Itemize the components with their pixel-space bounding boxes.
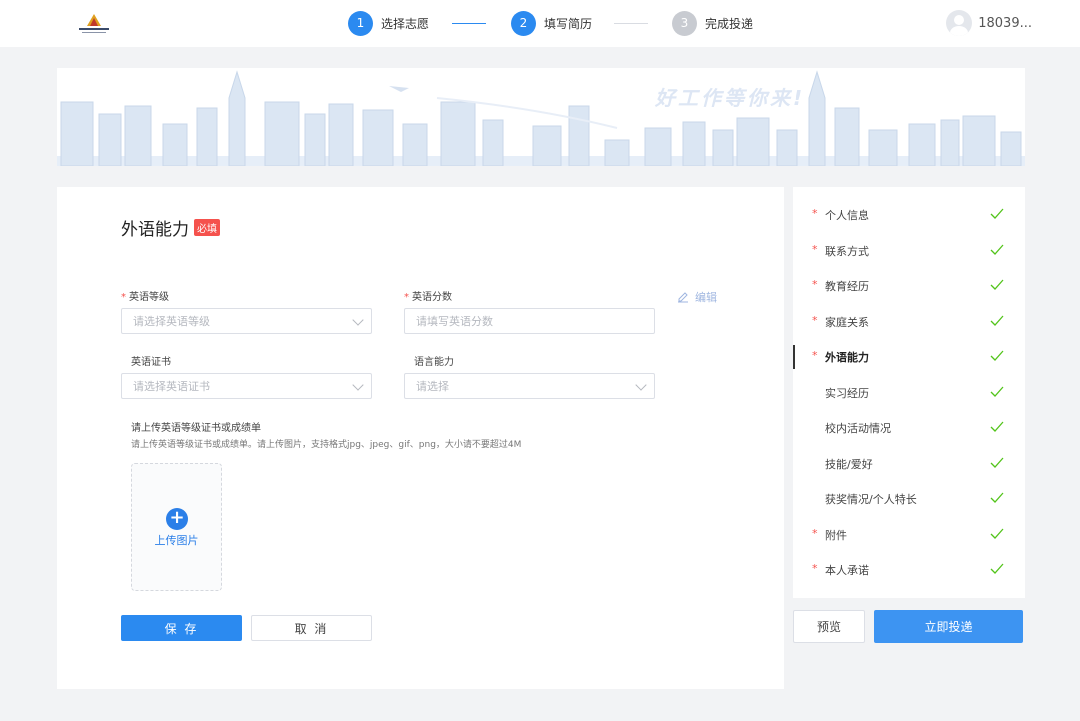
required-asterisk: * bbox=[812, 278, 818, 291]
chevron-down-icon bbox=[635, 379, 647, 391]
sidebar-item-label: 附件 bbox=[825, 528, 847, 542]
step-label: 选择志愿 bbox=[381, 16, 430, 31]
banner-slogan: 好工作等你来! bbox=[655, 86, 806, 110]
upload-hint: 请上传英语等级证书或成绩单。请上传图片，支持格式jpg、jpeg、gif、png… bbox=[131, 440, 522, 450]
city-skyline-illustration bbox=[57, 70, 1025, 166]
section-title: 外语能力 必填 bbox=[121, 215, 220, 240]
sidebar-item[interactable]: * 联系方式 bbox=[793, 233, 1025, 269]
sidebar-item-label: 实习经历 bbox=[825, 386, 869, 400]
step-3: 3 完成投递 bbox=[672, 10, 753, 36]
required-asterisk: * bbox=[812, 526, 818, 540]
sidebar-item[interactable]: * 个人信息 bbox=[793, 197, 1025, 233]
step-connector bbox=[614, 23, 648, 24]
sidebar-item[interactable]: 校内活动情况 bbox=[793, 410, 1025, 446]
check-icon bbox=[990, 244, 1004, 255]
step-number: 1 bbox=[348, 10, 373, 36]
required-asterisk: * bbox=[121, 292, 126, 303]
active-indicator bbox=[793, 345, 795, 369]
sidebar-item-label: 教育经历 bbox=[825, 280, 869, 293]
save-button[interactable]: 保 存 bbox=[121, 615, 242, 641]
banner: 好工作等你来! bbox=[57, 68, 1025, 166]
sidebar-item[interactable]: 获奖情况/个人特长 bbox=[793, 481, 1025, 517]
sidebar-item-label: 本人承诺 bbox=[825, 564, 869, 577]
sidebar-item-label: 外语能力 bbox=[825, 351, 869, 364]
sidebar-item[interactable]: 技能/爱好 bbox=[793, 446, 1025, 482]
resume-section-nav: * 个人信息 * 联系方式 * 教育经历 * 家庭关系 * 外语能力实习经历校内活动情况 技能/爱好… bbox=[793, 187, 1025, 598]
step-label: 完成投递 bbox=[705, 16, 754, 31]
preview-button[interactable]: 预览 bbox=[793, 610, 865, 643]
sidebar-item[interactable]: * 家庭关系 bbox=[793, 304, 1025, 340]
english-level-select[interactable]: 请选择英语等级 bbox=[121, 308, 372, 334]
user-name: 18039... bbox=[978, 15, 1032, 31]
top-header: 1 选择志愿 2 填写简历 3 完成投递 18039... bbox=[0, 0, 1080, 47]
check-icon bbox=[990, 563, 1004, 574]
check-icon bbox=[990, 528, 1004, 539]
sidebar-item-label: 联系方式 bbox=[825, 244, 869, 258]
sidebar-item-label: 获奖情况/个人特长 bbox=[825, 493, 917, 506]
required-asterisk: * bbox=[812, 313, 818, 327]
step-1: 1 选择志愿 bbox=[348, 10, 429, 36]
company-logo-icon bbox=[79, 14, 109, 33]
section-title-text: 外语能力 bbox=[121, 220, 189, 240]
sidebar-item-label: 技能/爱好 bbox=[825, 457, 873, 471]
required-asterisk: * bbox=[812, 207, 818, 220]
check-icon bbox=[990, 421, 1004, 432]
sidebar-item[interactable]: * 外语能力 bbox=[793, 339, 1025, 375]
required-asterisk: * bbox=[812, 349, 818, 362]
language-ability-select[interactable]: 请选择 bbox=[404, 373, 655, 399]
pencil-icon bbox=[678, 292, 688, 303]
english-score-label: * 英语分数 bbox=[404, 292, 452, 303]
step-label: 填写简历 bbox=[544, 16, 593, 31]
language-ability-label: 语言能力 bbox=[414, 357, 454, 368]
sidebar-item[interactable]: * 附件 bbox=[793, 517, 1025, 553]
chevron-down-icon bbox=[352, 379, 364, 391]
sidebar-item-label: 家庭关系 bbox=[825, 315, 869, 329]
cancel-button[interactable]: 取 消 bbox=[251, 615, 372, 641]
step-number: 3 bbox=[672, 10, 697, 36]
upload-title: 请上传英语等级证书或成绩单 bbox=[131, 423, 261, 434]
check-icon bbox=[990, 492, 1004, 503]
sidebar-item[interactable]: * 教育经历 bbox=[793, 268, 1025, 304]
check-icon bbox=[990, 350, 1004, 361]
required-asterisk: * bbox=[812, 562, 818, 575]
sidebar-item[interactable]: 实习经历 bbox=[793, 375, 1025, 411]
step-number: 2 bbox=[511, 10, 536, 36]
upload-image-label: 上传图片 bbox=[154, 534, 199, 547]
english-score-input[interactable]: 请填写英语分数 bbox=[404, 308, 655, 334]
required-badge: 必填 bbox=[194, 219, 220, 236]
check-icon bbox=[990, 315, 1004, 326]
check-icon bbox=[990, 457, 1004, 468]
upload-image-box[interactable]: + 上传图片 bbox=[131, 463, 222, 591]
submit-button[interactable]: 立即投递 bbox=[874, 610, 1023, 643]
user-menu[interactable]: 18039... bbox=[946, 10, 1032, 36]
english-cert-select[interactable]: 请选择英语证书 bbox=[121, 373, 372, 399]
english-cert-label: 英语证书 bbox=[131, 357, 171, 368]
check-icon bbox=[990, 208, 1004, 219]
required-asterisk: * bbox=[404, 292, 409, 303]
step-connector bbox=[452, 23, 486, 24]
check-icon bbox=[990, 279, 1004, 290]
check-icon bbox=[990, 386, 1004, 397]
sidebar-item-label: 校内活动情况 bbox=[825, 422, 891, 435]
sidebar-item-label: 个人信息 bbox=[825, 209, 869, 222]
sidebar-item[interactable]: * 本人承诺 bbox=[793, 552, 1025, 588]
step-2: 2 填写简历 bbox=[511, 10, 592, 36]
chevron-down-icon bbox=[352, 314, 364, 326]
main-form-card: 外语能力 必填 * 英语等级 请选择英语等级 * 英语分数 请填写英语分数 编辑 英… bbox=[57, 187, 784, 689]
avatar bbox=[946, 10, 973, 36]
plus-icon: + bbox=[166, 508, 188, 530]
edit-button[interactable]: 编辑 bbox=[677, 289, 717, 305]
english-level-label: * 英语等级 bbox=[121, 292, 169, 303]
required-asterisk: * bbox=[812, 242, 818, 256]
